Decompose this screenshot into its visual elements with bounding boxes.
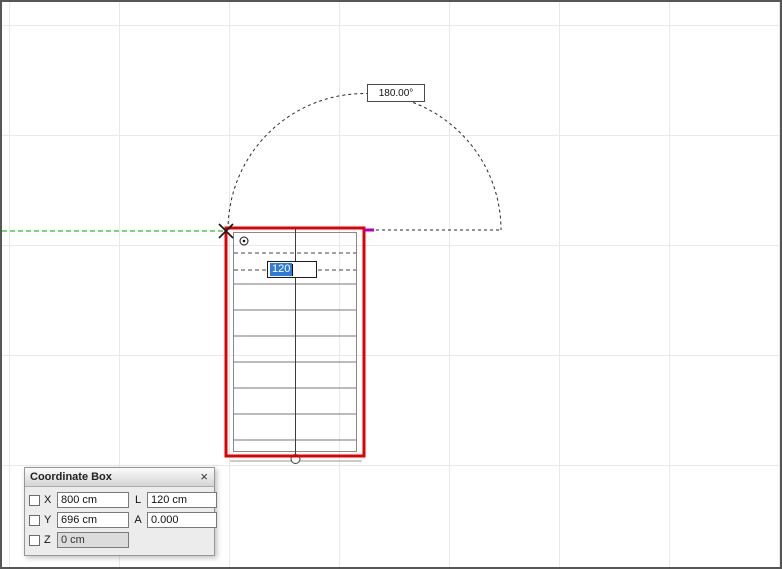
- axis-label-x: X: [44, 494, 56, 506]
- length-label: L: [130, 494, 146, 506]
- origin-marker-icon: [240, 237, 248, 245]
- palette-body: X L Y A Z: [25, 487, 214, 555]
- angle-label-a: A: [130, 514, 146, 526]
- z-value-field[interactable]: [57, 532, 129, 548]
- palette-title-text: Coordinate Box: [30, 471, 112, 483]
- coordinate-row-z: Z: [29, 530, 210, 550]
- angle-value-field[interactable]: [147, 512, 217, 528]
- lock-z-checkbox[interactable]: [29, 535, 40, 546]
- axis-label-z: Z: [44, 534, 56, 546]
- coordinate-row-x: X L: [29, 490, 210, 510]
- lock-y-checkbox[interactable]: [29, 515, 40, 526]
- y-value-field[interactable]: [57, 512, 129, 528]
- x-value-field[interactable]: [57, 492, 129, 508]
- palette-titlebar[interactable]: Coordinate Box ×: [25, 468, 214, 487]
- lock-x-checkbox[interactable]: [29, 495, 40, 506]
- coordinate-box-palette: Coordinate Box × X L Y A Z: [24, 467, 215, 556]
- text-caret: [292, 264, 293, 276]
- close-icon[interactable]: ×: [199, 471, 209, 483]
- length-value-field[interactable]: [147, 492, 217, 508]
- app-window: 180.00° 120 Coordinate Box × X L Y A: [0, 0, 782, 569]
- angle-readout: 180.00°: [367, 84, 425, 102]
- angle-arc: [228, 94, 501, 230]
- dimension-edit-box[interactable]: 120: [267, 261, 317, 278]
- dimension-edit-value: 120: [270, 263, 292, 276]
- axis-label-y: Y: [44, 514, 56, 526]
- coordinate-row-y: Y A: [29, 510, 210, 530]
